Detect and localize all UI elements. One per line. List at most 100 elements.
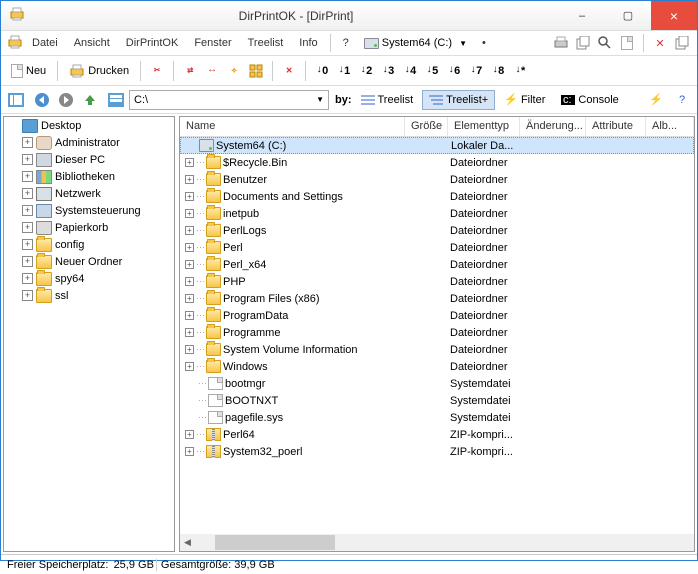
- tool-icon-1[interactable]: ⇄: [181, 62, 199, 80]
- expand-icon[interactable]: +: [185, 447, 194, 456]
- tool-kstar[interactable]: ↓*: [511, 62, 529, 80]
- col-size[interactable]: Größe: [405, 117, 448, 136]
- menu-fenster[interactable]: Fenster: [187, 34, 238, 52]
- list-row[interactable]: +⋯PerlDateiordner: [180, 239, 694, 256]
- menu-dot[interactable]: •: [475, 34, 493, 52]
- tree-item[interactable]: +Netzwerk: [4, 185, 174, 202]
- neu-button[interactable]: Neu: [7, 62, 50, 80]
- scrollbar-thumb[interactable]: [215, 535, 335, 550]
- tool-k8[interactable]: ↓8: [489, 62, 507, 80]
- col-mod[interactable]: Änderung...: [520, 117, 586, 136]
- scroll-left-icon[interactable]: ◀: [180, 537, 195, 548]
- list-body[interactable]: System64 (C:)Lokaler Da...+⋯$Recycle.Bin…: [180, 137, 694, 534]
- expand-icon[interactable]: +: [22, 290, 33, 301]
- expand-icon[interactable]: +: [22, 256, 33, 267]
- back-icon[interactable]: [31, 89, 53, 111]
- console-button[interactable]: c: Console: [554, 90, 625, 110]
- expand-icon[interactable]: +: [22, 154, 33, 165]
- expand-icon[interactable]: +: [22, 222, 33, 233]
- list-row[interactable]: +⋯inetpubDateiordner: [180, 205, 694, 222]
- list-row[interactable]: +⋯ProgramDataDateiordner: [180, 307, 694, 324]
- menu-ansicht[interactable]: Ansicht: [67, 34, 117, 52]
- expand-icon[interactable]: +: [22, 205, 33, 216]
- tree-item[interactable]: +Administrator: [4, 134, 174, 151]
- expand-icon[interactable]: +: [185, 345, 194, 354]
- delete-icon[interactable]: ✕: [651, 34, 669, 52]
- tool-k5[interactable]: ↓5: [423, 62, 441, 80]
- menu-help[interactable]: ?: [336, 34, 356, 52]
- drucken-button[interactable]: Drucken: [65, 62, 133, 80]
- list-row[interactable]: +⋯PHPDateiordner: [180, 273, 694, 290]
- tool-icon-4[interactable]: [247, 62, 265, 80]
- col-attr[interactable]: Attribute: [586, 117, 646, 136]
- list-row[interactable]: +⋯Perl_x64Dateiordner: [180, 256, 694, 273]
- list-row[interactable]: ⋯bootmgrSystemdatei: [180, 375, 694, 392]
- maximize-button[interactable]: ▢: [605, 1, 651, 30]
- list-row[interactable]: +⋯System32_poerlZIP-kompri...: [180, 443, 694, 460]
- col-type[interactable]: Elementtyp: [448, 117, 520, 136]
- expand-icon[interactable]: +: [22, 273, 33, 284]
- filter-button[interactable]: ⚡ Filter: [497, 89, 552, 110]
- list-row[interactable]: +⋯WindowsDateiordner: [180, 358, 694, 375]
- close-button[interactable]: ×: [651, 1, 697, 30]
- drive-dropdown[interactable]: System64 (C:) ▼: [358, 34, 473, 52]
- drive-icon-nav[interactable]: [105, 89, 127, 111]
- doc-icon[interactable]: [618, 34, 636, 52]
- expand-icon[interactable]: +: [185, 243, 194, 252]
- expand-icon[interactable]: +: [22, 239, 33, 250]
- copy-icon[interactable]: [574, 34, 592, 52]
- menu-treelist[interactable]: Treelist: [241, 34, 291, 52]
- tool-k1[interactable]: ↓1: [335, 62, 353, 80]
- menu-datei[interactable]: Datei: [25, 34, 65, 52]
- expand-icon[interactable]: +: [185, 311, 194, 320]
- tool-icon-2[interactable]: ↔: [203, 62, 221, 80]
- expand-icon[interactable]: +: [185, 209, 194, 218]
- tree-item[interactable]: +Bibliotheken: [4, 168, 174, 185]
- list-row[interactable]: +⋯Program Files (x86)Dateiordner: [180, 290, 694, 307]
- folder-tree[interactable]: Desktop+Administrator+Dieser PC+Biblioth…: [3, 116, 175, 552]
- tree-item[interactable]: +ssl: [4, 287, 174, 304]
- expand-icon[interactable]: +: [185, 294, 194, 303]
- treelistplus-button[interactable]: Treelist+: [422, 90, 495, 110]
- expand-icon[interactable]: +: [185, 260, 194, 269]
- list-row[interactable]: +⋯ProgrammeDateiordner: [180, 324, 694, 341]
- tool-k7[interactable]: ↓7: [467, 62, 485, 80]
- expand-icon[interactable]: +: [185, 328, 194, 337]
- expand-icon[interactable]: +: [22, 188, 33, 199]
- list-row[interactable]: +⋯System Volume InformationDateiordner: [180, 341, 694, 358]
- list-row[interactable]: +⋯PerlLogsDateiordner: [180, 222, 694, 239]
- tool-k3[interactable]: ↓3: [379, 62, 397, 80]
- expand-icon[interactable]: +: [185, 362, 194, 371]
- list-row[interactable]: +⋯Documents and SettingsDateiordner: [180, 188, 694, 205]
- view-icon[interactable]: [5, 89, 27, 111]
- expand-icon[interactable]: +: [185, 430, 194, 439]
- list-row[interactable]: +⋯$Recycle.BinDateiordner: [180, 154, 694, 171]
- tree-item[interactable]: +Dieser PC: [4, 151, 174, 168]
- menu-dirprintok[interactable]: DirPrintOK: [119, 34, 186, 52]
- expand-icon[interactable]: +: [185, 158, 194, 167]
- tree-item[interactable]: +Papierkorb: [4, 219, 174, 236]
- up-icon[interactable]: [79, 89, 101, 111]
- expand-icon[interactable]: +: [185, 192, 194, 201]
- treelist-button[interactable]: Treelist: [354, 90, 421, 110]
- horizontal-scrollbar[interactable]: ◀: [180, 534, 694, 551]
- tree-item[interactable]: +spy64: [4, 270, 174, 287]
- expand-icon[interactable]: +: [185, 226, 194, 235]
- tool-k4[interactable]: ↓4: [401, 62, 419, 80]
- expand-icon[interactable]: +: [22, 137, 33, 148]
- print-icon[interactable]: [552, 34, 570, 52]
- tool-icon-3[interactable]: ✧: [225, 62, 243, 80]
- expand-icon[interactable]: +: [185, 277, 194, 286]
- wand-icon[interactable]: ⚡: [645, 89, 667, 111]
- tree-item[interactable]: +Systemsteuerung: [4, 202, 174, 219]
- tool-x-icon[interactable]: ✕: [280, 62, 298, 80]
- tool-k2[interactable]: ↓2: [357, 62, 375, 80]
- tool-k0[interactable]: ↓0: [313, 62, 331, 80]
- cut-icon[interactable]: ✂: [148, 62, 166, 80]
- tool-k6[interactable]: ↓6: [445, 62, 463, 80]
- tree-item[interactable]: +config: [4, 236, 174, 253]
- list-row[interactable]: System64 (C:)Lokaler Da...: [180, 137, 694, 154]
- menu-info[interactable]: Info: [292, 34, 324, 52]
- list-row[interactable]: ⋯pagefile.sysSystemdatei: [180, 409, 694, 426]
- minimize-button[interactable]: –: [559, 1, 605, 30]
